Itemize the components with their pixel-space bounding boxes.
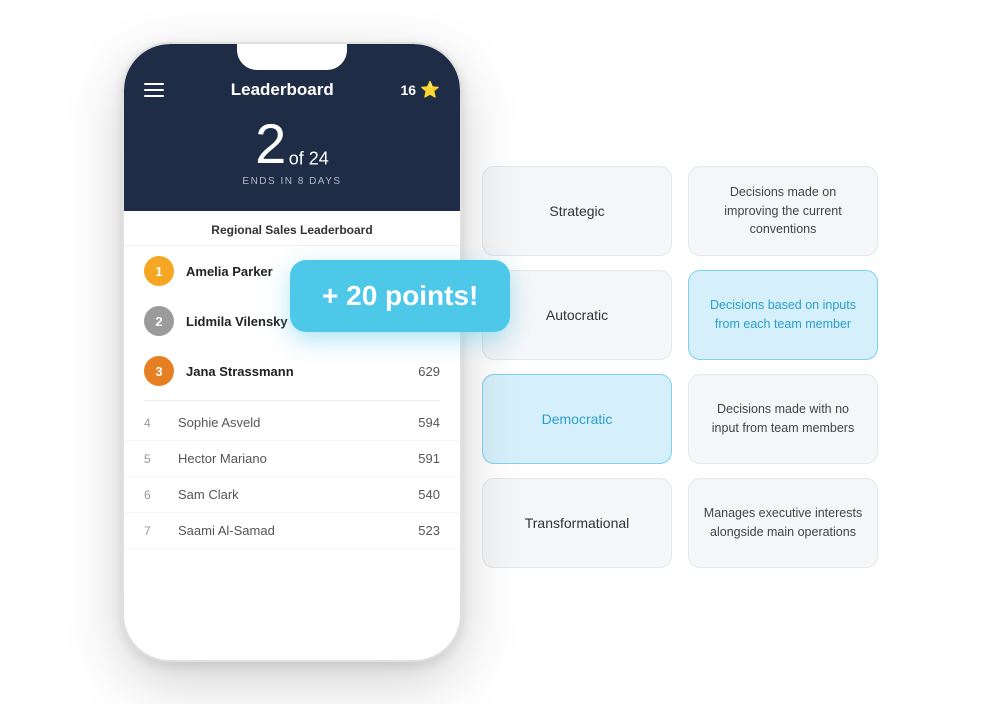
player-name: Sophie Asveld — [178, 415, 418, 430]
player-name: Saami Al-Samad — [178, 523, 418, 538]
rank-number: 2 — [255, 112, 284, 175]
quiz-option[interactable]: Strategic — [482, 166, 672, 256]
rest-list: 4 Sophie Asveld 594 5 Hector Mariano 591… — [124, 405, 460, 549]
phone-mockup: Leaderboard 16 ⭐ 2 of 24 ENDS IN 8 DAYS … — [122, 42, 462, 662]
player-score: 540 — [418, 487, 440, 502]
hamburger-icon[interactable] — [144, 83, 164, 97]
quiz-panel: Strategic Autocratic Democratic Transformat… — [482, 136, 878, 568]
quiz-options-col: Strategic Autocratic Democratic Transformat… — [482, 166, 672, 568]
header-title: Leaderboard — [231, 80, 334, 100]
leaderboard-row: 4 Sophie Asveld 594 — [124, 405, 460, 441]
phone-screen: Leaderboard 16 ⭐ 2 of 24 ENDS IN 8 DAYS … — [124, 44, 460, 660]
phone-notch — [237, 44, 347, 70]
player-score: 523 — [418, 523, 440, 538]
rank-avatar: 2 — [144, 306, 174, 336]
badge-count: 16 — [400, 82, 416, 98]
ends-label: ENDS IN 8 DAYS — [144, 176, 440, 187]
leaderboard-row: 5 Hector Mariano 591 — [124, 441, 460, 477]
leaderboard-row: 3 Jana Strassmann 629 — [124, 346, 460, 396]
phone-outer: Leaderboard 16 ⭐ 2 of 24 ENDS IN 8 DAYS … — [122, 42, 462, 662]
leaderboard-title: Regional Sales Leaderboard — [124, 211, 460, 246]
rank-of: of 24 — [289, 148, 329, 168]
rank-avatar: 3 — [144, 356, 174, 386]
quiz-option[interactable]: Autocratic — [482, 270, 672, 360]
quiz-option[interactable]: Transformational — [482, 478, 672, 568]
rank-number: 6 — [144, 488, 164, 502]
star-icon: ⭐ — [420, 80, 440, 100]
player-score: 591 — [418, 451, 440, 466]
quiz-description[interactable]: Decisions made with no input from team m… — [688, 374, 878, 464]
quiz-descriptions-col: Decisions made on improving the current … — [688, 166, 878, 568]
rank-number: 4 — [144, 416, 164, 430]
quiz-option[interactable]: Democratic — [482, 374, 672, 464]
leaderboard-row: 6 Sam Clark 540 — [124, 477, 460, 513]
rank-number: 5 — [144, 452, 164, 466]
player-score: 594 — [418, 415, 440, 430]
divider — [144, 400, 440, 401]
rank-display: 2 of 24 — [144, 116, 440, 172]
player-name: Hector Mariano — [178, 451, 418, 466]
quiz-description[interactable]: Decisions made on improving the current … — [688, 166, 878, 256]
rank-avatar: 1 — [144, 256, 174, 286]
player-name: Jana Strassmann — [186, 364, 418, 379]
header-badge: 16 ⭐ — [400, 80, 440, 100]
points-bubble: + 20 points! — [290, 260, 510, 332]
player-name: Sam Clark — [178, 487, 418, 502]
player-score: 629 — [418, 364, 440, 379]
rank-number: 7 — [144, 524, 164, 538]
quiz-description[interactable]: Manages executive interests alongside ma… — [688, 478, 878, 568]
leaderboard-row: 7 Saami Al-Samad 523 — [124, 513, 460, 549]
scene: Leaderboard 16 ⭐ 2 of 24 ENDS IN 8 DAYS … — [0, 0, 1000, 704]
quiz-description[interactable]: Decisions based on inputs from each team… — [688, 270, 878, 360]
